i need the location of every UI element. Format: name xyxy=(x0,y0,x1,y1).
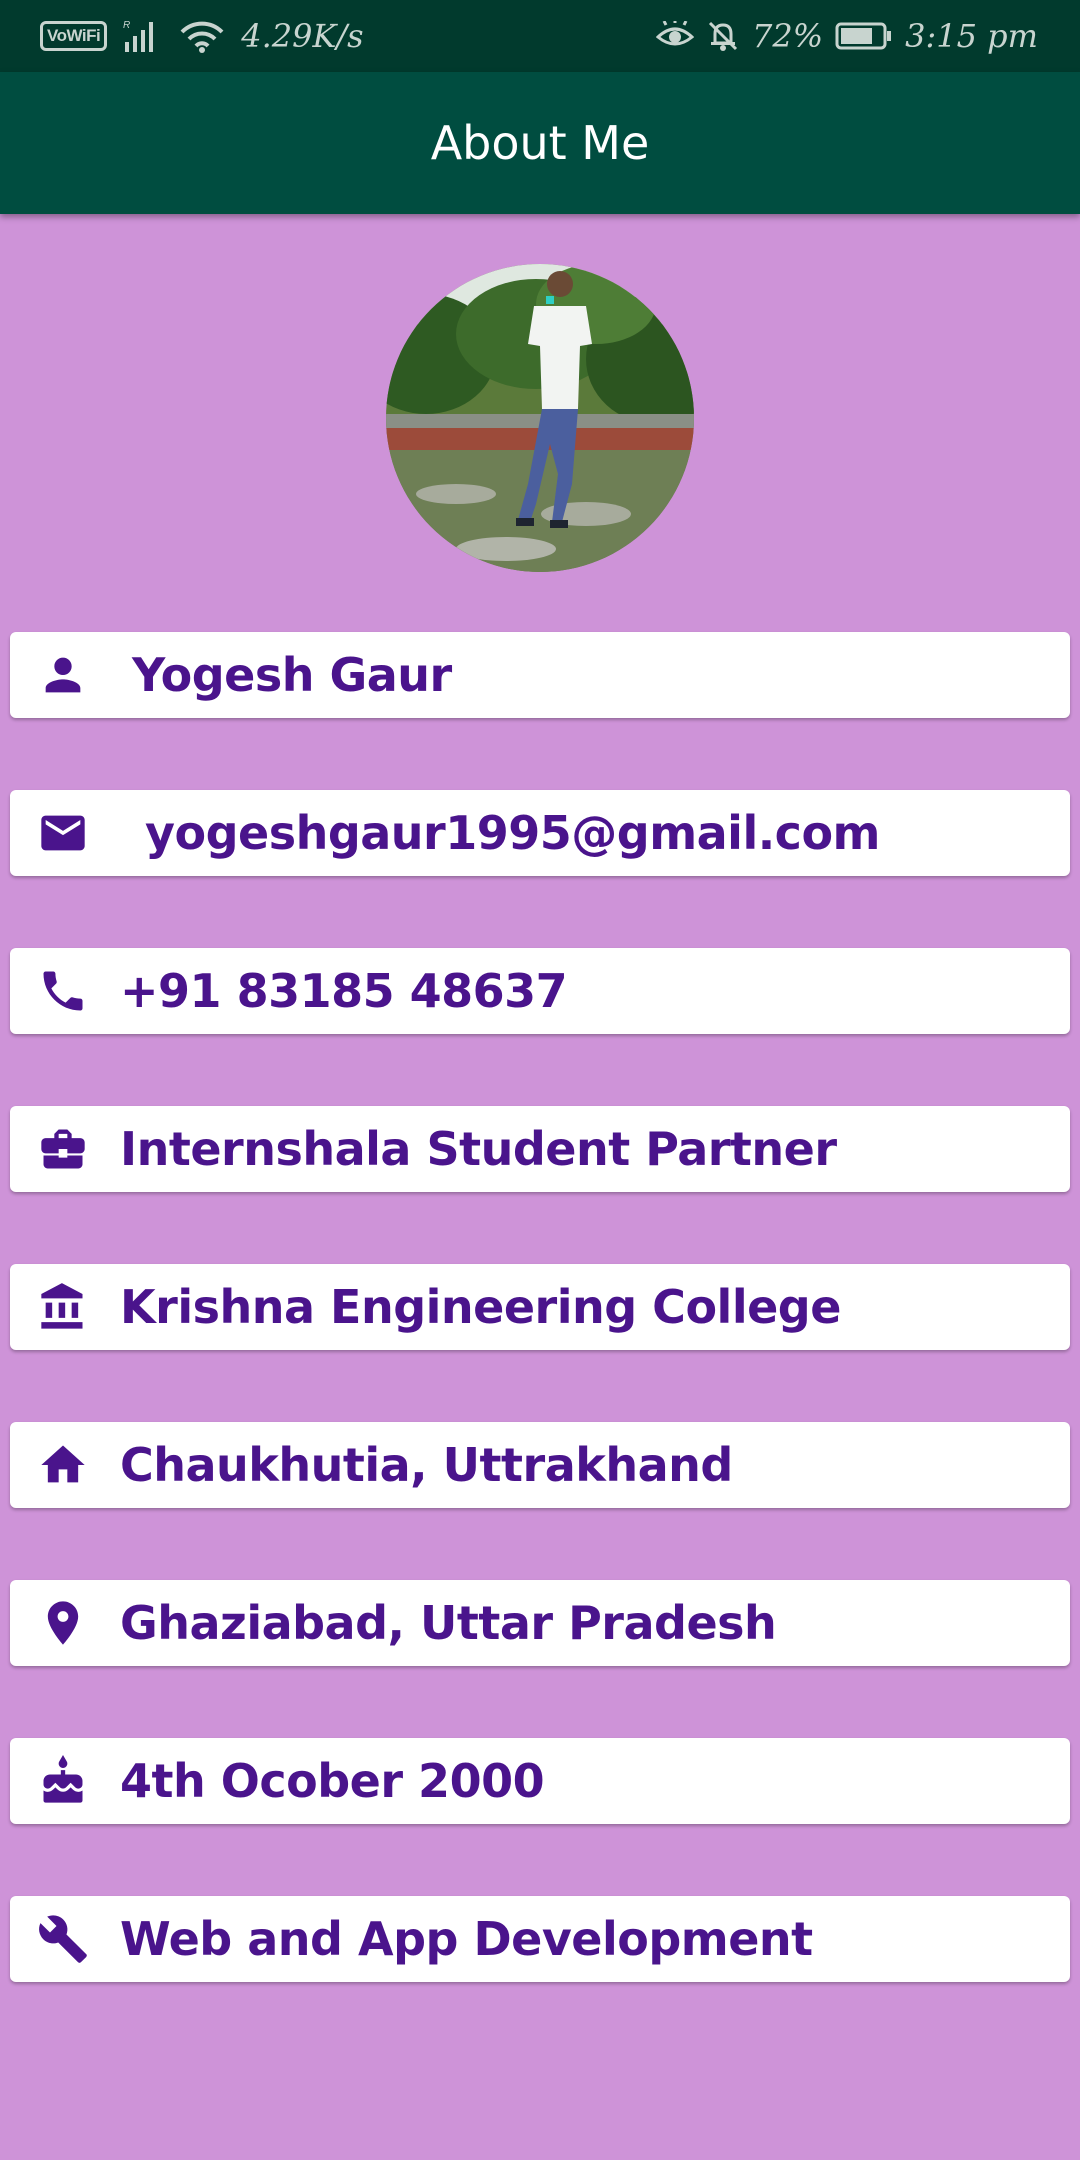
location-card: Ghaziabad, Uttar Pradesh xyxy=(10,1580,1070,1666)
phone-text[interactable]: +91 83185 48637 xyxy=(120,964,568,1018)
hometown-text: Chaukhutia, Uttrakhand xyxy=(120,1438,733,1492)
mail-icon xyxy=(37,807,89,859)
wrench-icon xyxy=(37,1913,89,1965)
college-card: Krishna Engineering College xyxy=(10,1264,1070,1350)
name-card: Yogesh Gaur xyxy=(10,632,1070,718)
phone-icon xyxy=(37,965,89,1017)
college-text: Krishna Engineering College xyxy=(120,1280,841,1334)
hometown-card: Chaukhutia, Uttrakhand xyxy=(10,1422,1070,1508)
institution-icon xyxy=(37,1281,89,1333)
wifi-icon xyxy=(179,18,225,54)
skills-card: Web and App Development xyxy=(10,1896,1070,1982)
location-text: Ghaziabad, Uttar Pradesh xyxy=(120,1596,777,1650)
network-speed: 4.29K/s xyxy=(241,17,364,55)
email-card[interactable]: yogeshgaur1995@gmail.com xyxy=(10,790,1070,876)
skills-text: Web and App Development xyxy=(120,1912,813,1966)
phone-card[interactable]: +91 83185 48637 xyxy=(10,948,1070,1034)
cake-icon xyxy=(37,1755,89,1807)
page-title: About Me xyxy=(430,116,650,170)
clock: 3:15 pm xyxy=(905,17,1038,55)
app-bar: About Me xyxy=(0,72,1080,214)
battery-icon xyxy=(835,21,893,51)
birthday-card: 4th Ocober 2000 xyxy=(10,1738,1070,1824)
role-text: Internshala Student Partner xyxy=(120,1122,837,1176)
role-card: Internshala Student Partner xyxy=(10,1106,1070,1192)
name-text: Yogesh Gaur xyxy=(132,648,452,702)
home-icon xyxy=(37,1439,89,1491)
mute-bell-icon xyxy=(706,19,740,53)
eye-comfort-icon xyxy=(656,21,695,51)
email-text[interactable]: yogeshgaur1995@gmail.com xyxy=(145,806,880,860)
battery-percent: 72% xyxy=(752,17,824,55)
location-pin-icon xyxy=(37,1597,89,1649)
birthday-text: 4th Ocober 2000 xyxy=(120,1754,545,1808)
status-bar: VoWiFi R 4.29K/s 72% 3:15 pm xyxy=(0,0,1080,72)
vowifi-badge: VoWiFi xyxy=(40,21,108,51)
avatar xyxy=(386,264,694,572)
briefcase-icon xyxy=(37,1123,89,1175)
person-icon xyxy=(37,649,89,701)
svg-text:R: R xyxy=(123,20,130,31)
signal-icon: R xyxy=(123,18,163,54)
